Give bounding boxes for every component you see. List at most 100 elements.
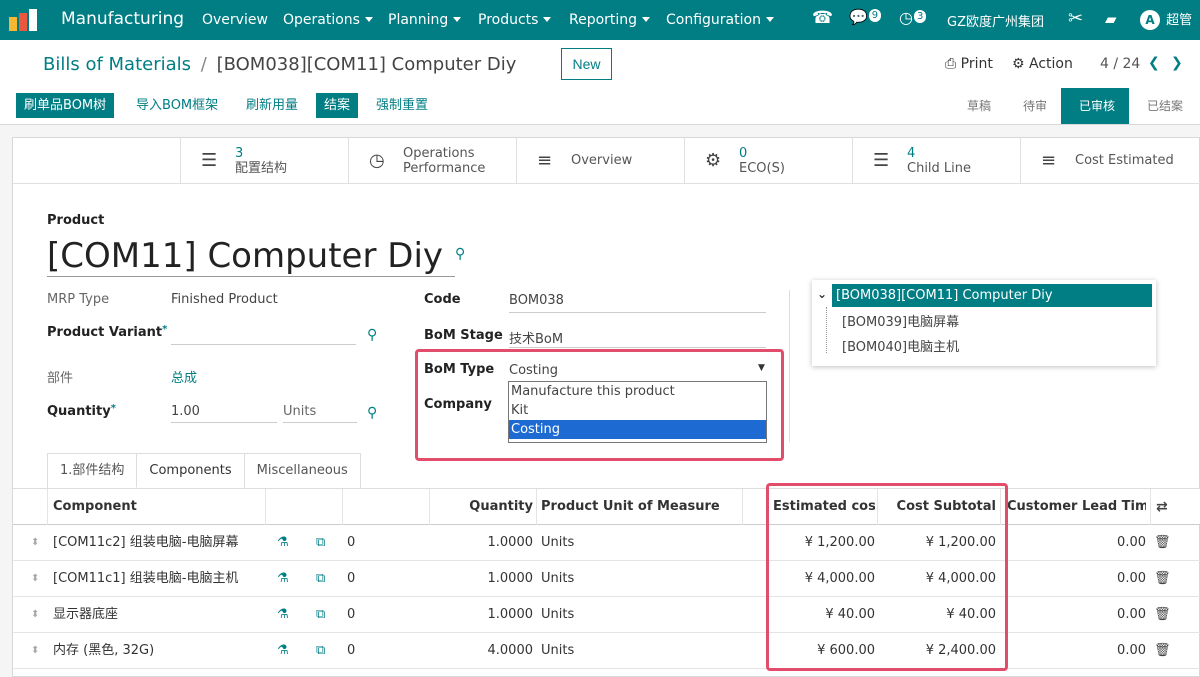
table-row[interactable]: ⬍ [COM11c1] 组装电脑-电脑主机 ⚗ ⧉ 0 1.0000 Units…	[13, 561, 1200, 597]
phone-icon[interactable]: ☎	[812, 8, 833, 28]
cell-quantity[interactable]: 1.0000	[433, 597, 534, 633]
copy-icon[interactable]: ⧉	[316, 561, 325, 597]
part-value[interactable]: 总成	[171, 367, 197, 386]
mrp-type-value[interactable]: Finished Product	[171, 292, 278, 307]
cell-lead-time[interactable]: 0.00	[1007, 597, 1146, 633]
tree-node-root[interactable]: [BOM038][COM11] Computer Diy	[832, 284, 1152, 307]
close-case-button[interactable]: 结案	[316, 93, 359, 118]
search-icon[interactable]: ⚲	[367, 327, 377, 343]
product-title[interactable]: [COM11] Computer Diy	[47, 236, 456, 277]
column-settings-icon[interactable]: ⇄	[1156, 489, 1168, 525]
tab-miscellaneous[interactable]: Miscellaneous	[243, 453, 361, 488]
trash-icon[interactable]: 🗑	[1154, 561, 1171, 597]
cell-uom[interactable]: Units	[541, 561, 574, 597]
activities-button[interactable]: ◷ 3	[899, 8, 927, 27]
smart-button-config[interactable]: ☰ 3 配置结构	[181, 138, 349, 184]
cell-quantity[interactable]: 1.0000	[433, 525, 534, 561]
menu-operations[interactable]: Operations	[283, 12, 373, 28]
tab-part-structure[interactable]: 1.部件结构	[47, 453, 138, 488]
import-bom-frame-button[interactable]: 导入BOM框架	[128, 93, 226, 118]
cell-sequence[interactable]: 0	[347, 561, 355, 597]
cell-component[interactable]: [COM11c1] 组装电脑-电脑主机	[53, 561, 238, 597]
flask-icon[interactable]: ⚗	[277, 525, 289, 561]
refresh-bom-tree-button[interactable]: 刷单品BOM树	[16, 93, 115, 118]
menu-reporting[interactable]: Reporting	[569, 12, 651, 28]
cell-component[interactable]: [COM11c2] 组装电脑-电脑屏幕	[53, 525, 238, 561]
pager-prev-icon[interactable]: ❮	[1148, 55, 1160, 71]
trash-icon[interactable]: 🗑	[1154, 633, 1171, 669]
pager-next-icon[interactable]: ❯	[1171, 55, 1183, 71]
cell-uom[interactable]: Units	[541, 633, 574, 669]
cell-uom[interactable]: Units	[541, 525, 574, 561]
cell-component[interactable]: 内存 (黑色, 32G)	[53, 633, 154, 669]
col-component[interactable]: Component	[53, 489, 137, 525]
cell-lead-time[interactable]: 0.00	[1007, 633, 1146, 669]
cell-component[interactable]: 显示器底座	[53, 597, 118, 633]
col-uom[interactable]: Product Unit of Measure	[541, 489, 720, 525]
cell-uom[interactable]: Units	[541, 597, 574, 633]
refresh-usage-button[interactable]: 刷新用量	[238, 93, 306, 118]
table-row[interactable]: ⬍ 内存 (黑色, 32G) ⚗ ⧉ 0 4.0000 Units ¥ 600.…	[13, 633, 1200, 669]
smart-button-operations[interactable]: ◷ Operations Performance	[349, 138, 517, 184]
code-value[interactable]: BOM038	[509, 293, 564, 308]
chevron-down-icon[interactable]: ⌄	[817, 287, 827, 301]
trash-icon[interactable]: 🗑	[1154, 597, 1171, 633]
bom-stage-value[interactable]: 技术BoM	[509, 328, 563, 347]
copy-icon[interactable]: ⧉	[316, 633, 325, 669]
action-button[interactable]: ⚙ Action	[1012, 56, 1073, 72]
cell-lead-time[interactable]: 0.00	[1007, 525, 1146, 561]
cell-quantity[interactable]: 4.0000	[433, 633, 534, 669]
status-draft[interactable]: 草稿	[949, 88, 1005, 124]
status-pending[interactable]: 待审	[1005, 88, 1061, 124]
company-switcher[interactable]: GZ欧度广州集团	[947, 11, 1044, 30]
trash-icon[interactable]: 🗑	[1154, 525, 1171, 561]
smart-button-eco[interactable]: ⚙ 0 ECO(S)	[685, 138, 853, 184]
cell-lead-time[interactable]: 0.00	[1007, 561, 1146, 597]
search-icon[interactable]: ⚲	[455, 246, 465, 262]
flask-icon[interactable]: ⚗	[277, 597, 289, 633]
quantity-input[interactable]: 1.00	[171, 404, 200, 419]
col-quantity[interactable]: Quantity	[433, 489, 533, 525]
menu-overview[interactable]: Overview	[202, 12, 268, 28]
cell-quantity[interactable]: 1.0000	[433, 561, 534, 597]
smart-button-cost-estimated[interactable]: ≡ Cost Estimated	[1021, 138, 1200, 184]
drag-handle-icon[interactable]: ⬍	[31, 597, 39, 633]
tree-node-child[interactable]: [BOM039]电脑屏幕	[842, 313, 959, 333]
drag-handle-icon[interactable]: ⬍	[31, 525, 39, 561]
drag-handle-icon[interactable]: ⬍	[31, 561, 39, 597]
smart-button-overview[interactable]: ≡ Overview	[517, 138, 685, 184]
flask-icon[interactable]: ⚗	[277, 633, 289, 669]
copy-icon[interactable]: ⧉	[316, 525, 325, 561]
menu-planning[interactable]: Planning	[388, 12, 462, 28]
menu-products[interactable]: Products	[478, 12, 552, 28]
uom-field[interactable]: Units	[283, 404, 316, 419]
search-icon[interactable]: ⚲	[367, 405, 377, 421]
force-reset-button[interactable]: 强制重置	[368, 93, 436, 118]
cell-sequence[interactable]: 0	[347, 597, 355, 633]
tab-components[interactable]: Components	[136, 453, 245, 488]
drag-handle-icon[interactable]: ⬍	[31, 633, 39, 669]
print-button[interactable]: ⎙ Print	[945, 56, 993, 72]
table-row[interactable]: ⬍ 显示器底座 ⚗ ⧉ 0 1.0000 Units ¥ 40.00 ¥ 40.…	[13, 597, 1200, 633]
cell-sequence[interactable]: 0	[347, 525, 355, 561]
new-button[interactable]: New	[561, 48, 612, 80]
flask-icon[interactable]: ⚗	[277, 561, 289, 597]
tree-node-child[interactable]: [BOM040]电脑主机	[842, 338, 959, 358]
user-menu[interactable]: A 超管	[1140, 9, 1192, 30]
messages-button[interactable]: 💬 9	[849, 8, 882, 26]
cell-sequence[interactable]: 0	[347, 633, 355, 669]
smart-button-child-line[interactable]: ☰ 4 Child Line	[853, 138, 1021, 184]
status-approved[interactable]: 已审核	[1061, 88, 1130, 124]
breadcrumb-root-link[interactable]: Bills of Materials	[43, 54, 191, 75]
menu-configuration[interactable]: Configuration	[666, 12, 774, 28]
table-row[interactable]: ⬍ [COM11c2] 组装电脑-电脑屏幕 ⚗ ⧉ 0 1.0000 Units…	[13, 525, 1200, 561]
app-logo-icon[interactable]	[9, 9, 41, 31]
app-name[interactable]: Manufacturing	[61, 9, 184, 29]
col-lead-time[interactable]: Customer Lead Time	[1007, 489, 1146, 525]
book-icon[interactable]: ▰	[1105, 10, 1117, 28]
status-closed[interactable]: 已结案	[1129, 88, 1197, 124]
product-variant-field[interactable]	[171, 344, 356, 345]
pager-value[interactable]: 4 / 24	[1100, 56, 1140, 72]
tools-icon[interactable]: ✂	[1068, 8, 1083, 29]
copy-icon[interactable]: ⧉	[316, 597, 325, 633]
